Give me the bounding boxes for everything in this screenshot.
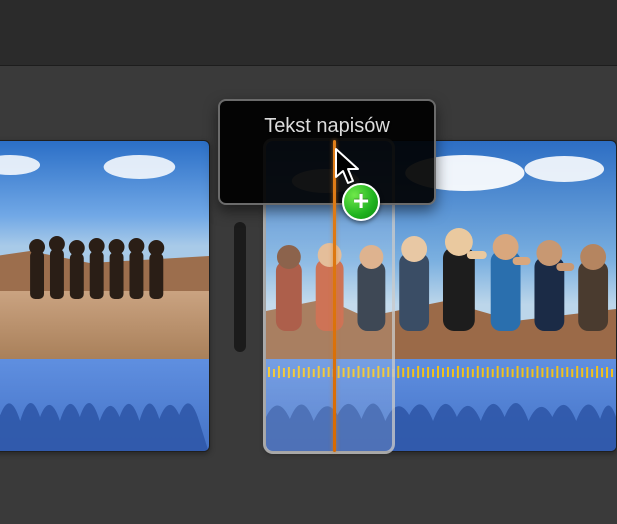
video-clip[interactable] <box>0 140 210 452</box>
clip-edge-handle[interactable] <box>234 222 246 352</box>
clip-audio-track[interactable] <box>266 359 616 452</box>
title-overlay[interactable]: Tekst napisów <box>218 99 436 205</box>
audio-waveform <box>0 359 209 452</box>
toolbar-area <box>0 0 617 65</box>
clip-thumbnail <box>0 141 209 359</box>
timeline[interactable]: Tekst napisów + <box>0 92 617 480</box>
title-overlay-label: Tekst napisów <box>264 115 390 138</box>
playhead[interactable] <box>333 140 336 452</box>
clip-audio-track[interactable] <box>0 359 209 452</box>
audio-waveform <box>266 359 616 452</box>
toolbar-divider <box>0 65 617 66</box>
